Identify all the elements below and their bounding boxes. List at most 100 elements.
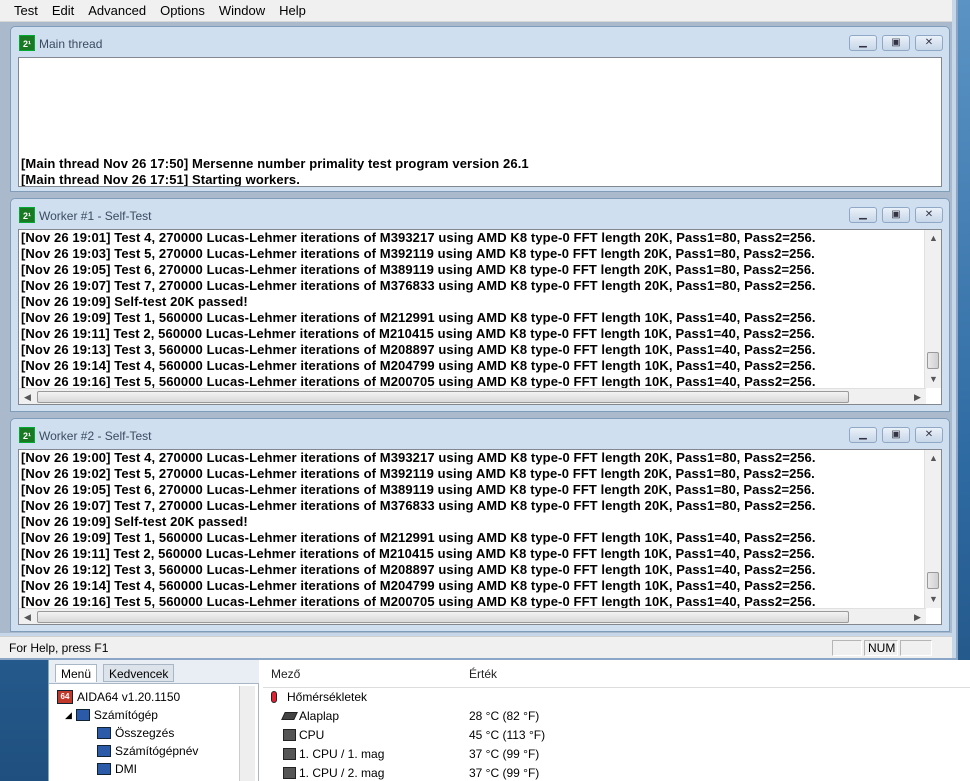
status-indicator-caps <box>832 640 862 656</box>
list-item[interactable]: 1. CPU / 1. mag 37 °C (99 °F) <box>263 745 970 764</box>
list-item[interactable]: CPU 45 °C (113 °F) <box>263 726 970 745</box>
restore-icon: ▣ <box>891 37 901 48</box>
menu-edit[interactable]: Edit <box>45 0 81 22</box>
scroll-left-icon[interactable]: ◀ <box>19 609 36 624</box>
close-button[interactable]: ✕ <box>915 427 943 443</box>
log-line: [Nov 26 19:05] Test 6, 270000 Lucas-Lehm… <box>21 262 815 277</box>
menu-window[interactable]: Window <box>212 0 272 22</box>
scroll-up-icon[interactable]: ▲ <box>925 450 941 467</box>
log-line: [Nov 26 19:07] Test 7, 270000 Lucas-Lehm… <box>21 498 816 513</box>
log-line: [Nov 26 19:09] Self-test 20K passed! <box>21 294 248 309</box>
tree-item-label: Számítógépnév <box>115 744 199 758</box>
tree-item-aida64[interactable]: 64 AIDA64 v1.20.1150 <box>57 688 180 706</box>
menu-options[interactable]: Options <box>153 0 212 22</box>
field-label: 1. CPU / 1. mag <box>299 747 385 761</box>
scroll-thumb[interactable] <box>927 352 939 369</box>
minimize-icon: ▁ <box>859 429 867 440</box>
scroll-up-icon[interactable]: ▲ <box>925 230 941 247</box>
worker-1-window[interactable]: 2¹ Worker #1 - Self-Test ▁ ▣ ✕ [Nov 26 1… <box>10 198 950 412</box>
worker-1-titlebar[interactable]: 2¹ Worker #1 - Self-Test ▁ ▣ ✕ <box>11 199 949 225</box>
window-title: Worker #1 - Self-Test <box>39 209 152 223</box>
scroll-thumb[interactable] <box>37 391 849 403</box>
menu-test[interactable]: Test <box>0 0 45 22</box>
scroll-down-icon[interactable]: ▼ <box>925 591 941 608</box>
log-line: [Main thread Nov 26 17:50] Mersenne numb… <box>21 156 529 171</box>
scroll-thumb[interactable] <box>37 611 849 623</box>
field-label: Hőmérsékletek <box>287 690 368 704</box>
cpu-icon <box>283 729 296 741</box>
main-thread-window[interactable]: 2¹ Main thread ▁ ▣ ✕ [Main thread Nov 26… <box>10 26 950 192</box>
minimize-button[interactable]: ▁ <box>849 207 877 223</box>
vertical-scrollbar[interactable]: ▲ ▼ <box>924 230 941 388</box>
worker-2-window[interactable]: 2¹ Worker #2 - Self-Test ▁ ▣ ✕ [Nov 26 1… <box>10 418 950 632</box>
log-line: [Nov 26 19:07] Test 7, 270000 Lucas-Lehm… <box>21 278 816 293</box>
minimize-icon: ▁ <box>859 37 867 48</box>
log-line: [Nov 26 19:09] Self-test 20K passed! <box>21 514 248 529</box>
worker-1-output[interactable]: [Nov 26 19:01] Test 4, 270000 Lucas-Lehm… <box>18 229 942 405</box>
tab-favorites[interactable]: Kedvencek <box>103 664 175 682</box>
main-thread-titlebar[interactable]: 2¹ Main thread ▁ ▣ ✕ <box>11 27 949 53</box>
log-line: [Main thread Nov 26 17:51] Starting work… <box>21 172 300 187</box>
tree-item-dmi[interactable]: DMI <box>97 760 137 778</box>
computer-icon <box>97 727 111 739</box>
close-icon: ✕ <box>924 37 934 48</box>
list-item[interactable]: Hőmérsékletek <box>263 688 970 707</box>
horizontal-scrollbar[interactable]: ◀ ▶ <box>19 388 926 404</box>
window-title: Main thread <box>39 37 103 51</box>
vertical-scrollbar[interactable]: ▲ ▼ <box>924 450 941 608</box>
scroll-right-icon[interactable]: ▶ <box>909 389 926 404</box>
scroll-left-icon[interactable]: ◀ <box>19 389 36 404</box>
menu-advanced[interactable]: Advanced <box>81 0 153 22</box>
column-header-field[interactable]: Mező <box>271 667 300 681</box>
minimize-button[interactable]: ▁ <box>849 427 877 443</box>
tree-item-computer-name[interactable]: Számítógépnév <box>97 742 198 760</box>
computer-icon <box>97 745 111 757</box>
restore-button[interactable]: ▣ <box>882 207 910 223</box>
status-indicator-num: NUM <box>864 640 898 656</box>
tree-item-summary[interactable]: Összegzés <box>97 724 174 742</box>
log-line: [Nov 26 19:11] Test 2, 560000 Lucas-Lehm… <box>21 546 815 561</box>
scroll-down-icon[interactable]: ▼ <box>925 371 941 388</box>
field-label: CPU <box>299 728 325 742</box>
restore-button[interactable]: ▣ <box>882 35 910 51</box>
minimize-button[interactable]: ▁ <box>849 35 877 51</box>
window-controls: ▁ ▣ ✕ <box>849 427 943 443</box>
close-icon: ✕ <box>924 429 934 440</box>
restore-button[interactable]: ▣ <box>882 427 910 443</box>
close-button[interactable]: ✕ <box>915 207 943 223</box>
log-line: [Nov 26 19:14] Test 4, 560000 Lucas-Lehm… <box>21 578 816 593</box>
status-indicator-scrl <box>900 640 932 656</box>
computer-icon <box>97 763 111 775</box>
worker-2-titlebar[interactable]: 2¹ Worker #2 - Self-Test ▁ ▣ ✕ <box>11 419 949 445</box>
restore-icon: ▣ <box>891 209 901 220</box>
window-controls: ▁ ▣ ✕ <box>849 207 943 223</box>
main-thread-output[interactable]: [Main thread Nov 26 17:50] Mersenne numb… <box>18 57 942 187</box>
menu-bar: Test Edit Advanced Options Window Help <box>0 0 952 22</box>
tree-item-computer[interactable]: ◢ Számítógép <box>65 706 158 724</box>
cpu-icon <box>283 767 296 779</box>
scroll-right-icon[interactable]: ▶ <box>909 609 926 624</box>
log-line: [Nov 26 19:11] Test 2, 560000 Lucas-Lehm… <box>21 326 815 341</box>
tree-scrollbar[interactable] <box>239 686 255 781</box>
close-icon: ✕ <box>924 209 934 220</box>
log-line: [Nov 26 19:12] Test 3, 560000 Lucas-Lehm… <box>21 562 816 577</box>
log-line: [Nov 26 19:03] Test 5, 270000 Lucas-Lehm… <box>21 246 815 261</box>
tree-item-label: AIDA64 v1.20.1150 <box>77 690 181 704</box>
field-value: 28 °C (82 °F) <box>469 709 540 723</box>
log-line: [Nov 26 19:14] Test 4, 560000 Lucas-Lehm… <box>21 358 816 373</box>
collapse-icon[interactable]: ◢ <box>65 710 72 721</box>
list-item[interactable]: 1. CPU / 2. mag 37 °C (99 °F) <box>263 764 970 781</box>
tab-menu[interactable]: Menü <box>55 664 98 682</box>
list-header: Mező Érték <box>263 660 970 688</box>
worker-2-output[interactable]: [Nov 26 19:00] Test 4, 270000 Lucas-Lehm… <box>18 449 942 625</box>
scroll-thumb[interactable] <box>927 572 939 589</box>
mdi-client-area: 2¹ Main thread ▁ ▣ ✕ [Main thread Nov 26… <box>0 22 952 633</box>
horizontal-scrollbar[interactable]: ◀ ▶ <box>19 608 926 624</box>
prime95-window: Test Edit Advanced Options Window Help 2… <box>0 0 958 660</box>
list-item[interactable]: Alaplap 28 °C (82 °F) <box>263 707 970 726</box>
prime95-icon: 2¹ <box>19 427 35 443</box>
close-button[interactable]: ✕ <box>915 35 943 51</box>
menu-help[interactable]: Help <box>272 0 313 22</box>
column-header-value[interactable]: Érték <box>469 667 497 681</box>
log-line: [Nov 26 19:05] Test 6, 270000 Lucas-Lehm… <box>21 482 815 497</box>
